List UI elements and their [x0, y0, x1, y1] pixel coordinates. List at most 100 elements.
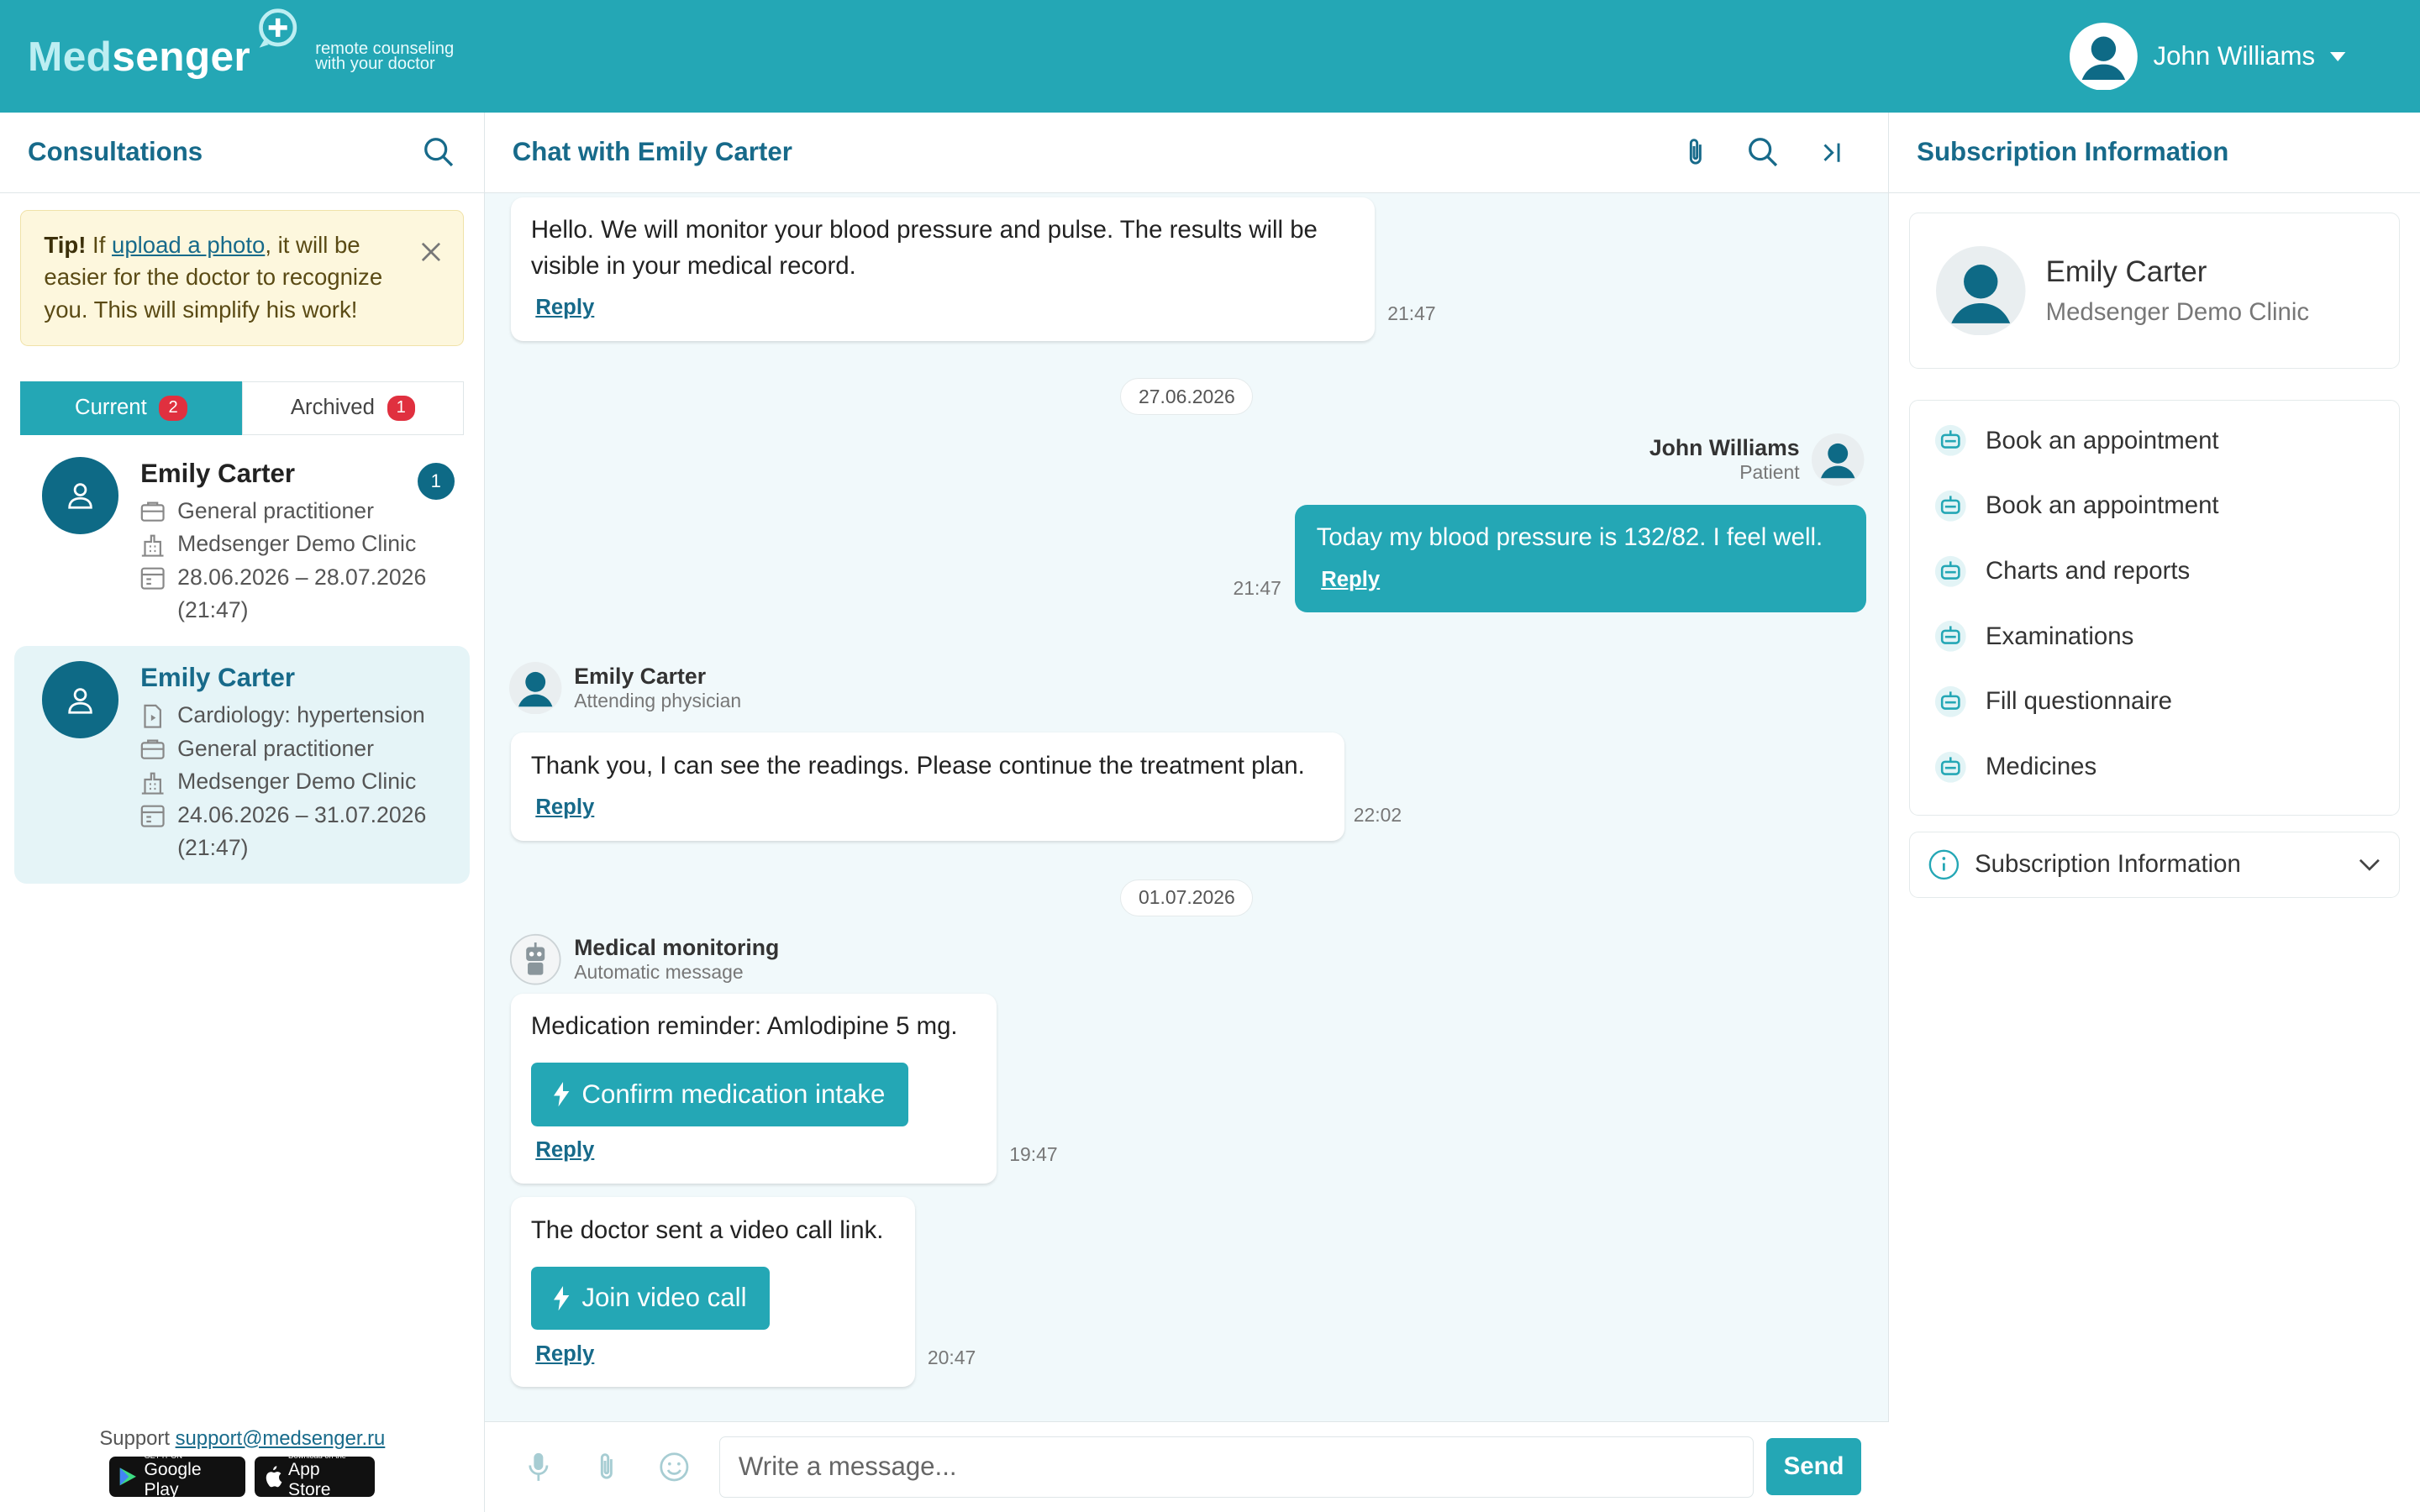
- message-time: 21:47: [1387, 302, 1436, 324]
- consultation-tabs: Current 2 Archived 1: [19, 381, 464, 436]
- outgoing-message: Today my blood pressure is 132/82. I fee…: [1294, 504, 1866, 613]
- action-label: Book an appointment: [1985, 426, 2219, 454]
- hospital-icon: [141, 534, 164, 557]
- google-text: Google Play: [144, 1460, 202, 1500]
- apple-text: App Store: [288, 1460, 331, 1500]
- robot-icon: [1935, 621, 1967, 653]
- chat-header: Chat with Emily Carter: [484, 113, 1889, 193]
- profile-clinic: Medsenger Demo Clinic: [2045, 297, 2310, 326]
- doctor-profile-card: Emily Carter Medsenger Demo Clinic: [1908, 213, 2401, 369]
- consultation-item-selected[interactable]: Emily Carter Cardiology: hypertension Ge…: [13, 645, 471, 884]
- message-input[interactable]: [718, 1436, 1754, 1498]
- logo-plus-icon: [259, 8, 297, 48]
- line-text: General practitioner: [177, 497, 374, 523]
- search-icon[interactable]: [1746, 135, 1780, 169]
- sender-role: Automatic message: [574, 961, 744, 984]
- consultations-panel: Consultations Tip! If upload a photo, it…: [0, 113, 485, 1512]
- person-icon: [68, 687, 92, 714]
- search-icon[interactable]: [422, 135, 455, 169]
- user-menu[interactable]: John Williams: [2070, 22, 2346, 91]
- user-name: John Williams: [2153, 41, 2316, 71]
- support-email-link[interactable]: support@medsenger.ru: [176, 1427, 386, 1450]
- date-separator: 27.06.2026: [1120, 377, 1254, 416]
- consultation-body: Emily Carter Cardiology: hypertension Ge…: [140, 661, 455, 865]
- doctor-sender: Emily Carter Attending physician: [509, 661, 741, 715]
- google-small-text: GET IT ON: [144, 1452, 183, 1461]
- action-label: Examinations: [1985, 622, 2134, 650]
- action-examinations[interactable]: Examinations: [1910, 604, 2399, 669]
- consultation-item[interactable]: Emily Carter General practitioner Medsen…: [14, 441, 471, 646]
- reply-link[interactable]: Reply: [535, 1132, 594, 1168]
- tab-current[interactable]: Current 2: [19, 381, 242, 436]
- collapse-panel-icon[interactable]: [1814, 135, 1848, 169]
- subscription-title: Subscription Information: [1917, 137, 2229, 167]
- document-icon: [144, 704, 162, 728]
- subscription-info-accordion[interactable]: Subscription Information: [1908, 831, 2401, 898]
- tip-banner: Tip! If upload a photo, it will be easie…: [19, 209, 464, 346]
- robot-icon: [1935, 751, 1967, 783]
- app-store-badge[interactable]: Download on the App Store: [255, 1452, 376, 1500]
- support-line: Support support@medsenger.ru: [0, 1427, 485, 1451]
- app-store-badges: GET IT ON Google Play Download on the App …: [109, 1452, 376, 1500]
- microphone-icon[interactable]: [522, 1450, 555, 1483]
- logo-tagline: remote counseling with your doctor: [315, 40, 454, 74]
- close-icon[interactable]: [421, 239, 441, 271]
- subscription-header: Subscription Information: [1889, 113, 2420, 193]
- message-text: Thank you, I can see the readings. Pleas…: [530, 751, 1305, 780]
- action-medicines[interactable]: Medicines: [1910, 734, 2399, 800]
- google-play-text: GET IT ON Google Play: [144, 1452, 236, 1500]
- reply-link[interactable]: Reply: [1321, 562, 1380, 597]
- paperclip-icon[interactable]: [590, 1450, 623, 1483]
- line-text: Medsenger Demo Clinic: [177, 531, 417, 557]
- action-fill-questionnaire[interactable]: Fill questionnaire: [1910, 669, 2399, 735]
- paperclip-icon[interactable]: [1678, 135, 1712, 169]
- chat-header-icons: [1678, 135, 1848, 169]
- incoming-message: Medication reminder: Amlodipine 5 mg. Co…: [510, 993, 997, 1184]
- consultation-list: Emily Carter General practitioner Medsen…: [0, 441, 484, 884]
- tab-archived[interactable]: Archived 1: [241, 381, 464, 436]
- incoming-message: The doctor sent a video call link. Join …: [510, 1197, 916, 1388]
- emoji-icon[interactable]: [657, 1450, 691, 1483]
- logo-word: Medsenger: [28, 8, 297, 81]
- message-composer: Send: [484, 1420, 1890, 1512]
- upload-photo-link[interactable]: upload a photo: [112, 232, 265, 258]
- consultation-specialty: General practitioner: [140, 732, 455, 765]
- briefcase-icon: [140, 501, 165, 522]
- google-play-badge[interactable]: GET IT ON Google Play: [109, 1452, 246, 1499]
- sender-name: John Williams: [1649, 435, 1800, 461]
- briefcase-icon: [140, 739, 165, 760]
- action-label: Medicines: [1985, 753, 2097, 781]
- medsenger-logo[interactable]: Medsenger remote counseling with your do…: [28, 8, 454, 81]
- confirm-medication-button[interactable]: Confirm medication intake: [530, 1063, 908, 1126]
- consultation-program: Cardiology: hypertension: [140, 699, 455, 732]
- composer-icons: [522, 1450, 692, 1483]
- patient-avatar-icon: [1812, 433, 1865, 486]
- user-avatar-icon: [2070, 22, 2139, 91]
- chat-panel: Chat with Emily Carter Hello. We will mo…: [484, 113, 1890, 1512]
- tip-strong: Tip!: [44, 231, 87, 258]
- tip-pre: If: [86, 231, 113, 258]
- action-book-appointment-2[interactable]: Book an appointment: [1910, 474, 2399, 539]
- robot-avatar-icon: [510, 934, 561, 985]
- info-icon: [1928, 849, 1960, 879]
- reply-link[interactable]: Reply: [535, 790, 594, 825]
- join-video-call-button[interactable]: Join video call: [530, 1266, 771, 1331]
- doctor-avatar: [41, 456, 119, 534]
- incoming-message: Thank you, I can see the readings. Pleas…: [510, 732, 1344, 841]
- tagline-line-2: with your doctor: [315, 55, 435, 74]
- consultation-body: Emily Carter General practitioner Medsen…: [140, 457, 455, 627]
- robot-icon: [1935, 555, 1967, 587]
- send-button[interactable]: Send: [1766, 1438, 1862, 1496]
- reply-link[interactable]: Reply: [535, 1336, 594, 1372]
- reply-link[interactable]: Reply: [535, 290, 594, 325]
- message-time: 22:02: [1353, 803, 1402, 826]
- chat-title: Chat with Emily Carter: [512, 137, 792, 167]
- message-text: Today my blood pressure is 132/82. I fee…: [1316, 522, 1823, 551]
- button-label: Confirm medication intake: [581, 1079, 886, 1109]
- action-label: Charts and reports: [1985, 557, 2191, 585]
- patient-sender: John Williams Patient: [1649, 433, 1865, 486]
- action-charts-reports[interactable]: Charts and reports: [1910, 538, 2399, 604]
- logo-text-a: Med: [28, 33, 113, 81]
- lightning-icon: [554, 1082, 570, 1107]
- action-book-appointment-1[interactable]: Book an appointment: [1910, 408, 2399, 474]
